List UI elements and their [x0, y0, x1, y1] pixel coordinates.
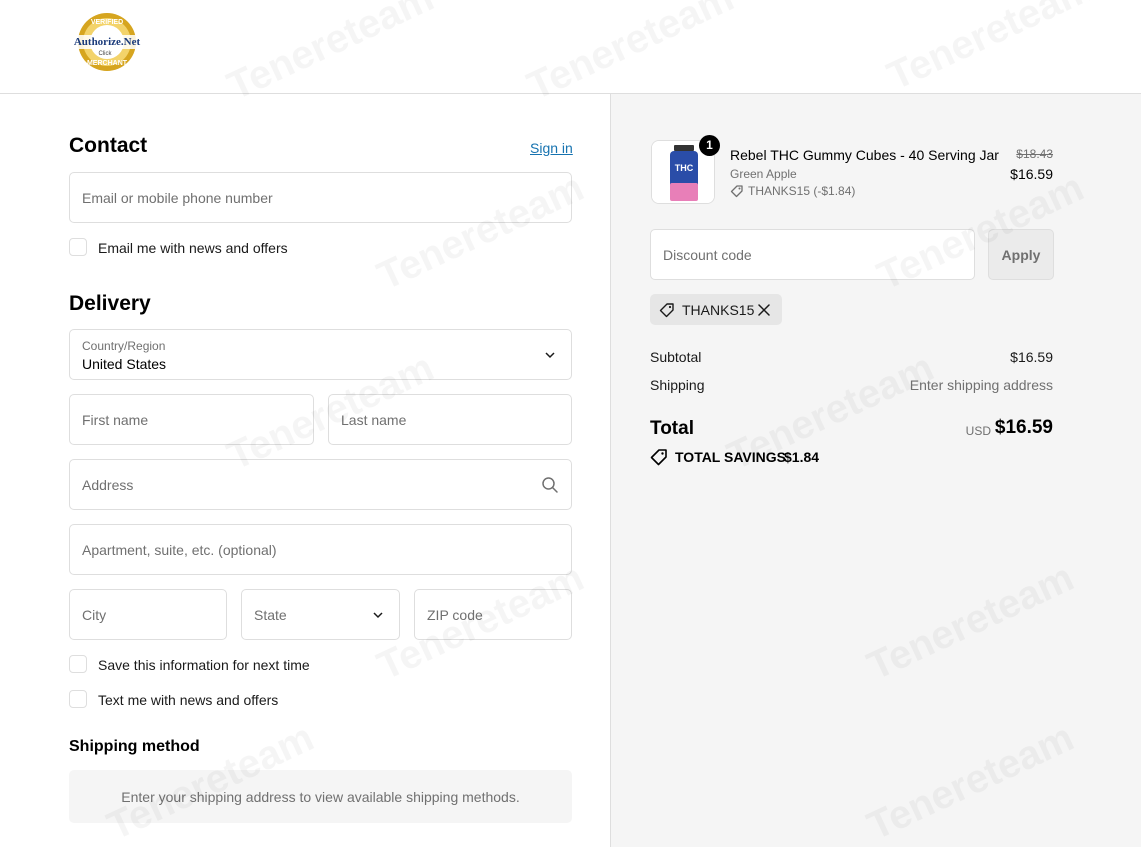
apply-discount-button[interactable]: Apply — [988, 229, 1054, 280]
address-field[interactable]: Address — [69, 459, 572, 510]
applied-discount-code: THANKS15 — [682, 302, 755, 318]
shipping-label: Shipping — [650, 377, 705, 393]
checkout-header: VERIFIED Authorize.Net Click MERCHANT — [0, 0, 1141, 94]
svg-text:MERCHANT: MERCHANT — [87, 60, 128, 67]
delivery-heading: Delivery — [69, 292, 151, 315]
applied-discount-chip: THANKS15 — [650, 294, 782, 325]
total-label: Total — [650, 418, 694, 439]
country-select[interactable]: Country/Region United States — [69, 329, 572, 380]
city-placeholder: City — [82, 607, 107, 623]
tag-icon — [659, 303, 674, 318]
total-currency: USD — [965, 424, 991, 438]
svg-text:THC: THC — [675, 163, 694, 173]
total-value: $16.59 — [994, 417, 1053, 438]
svg-text:Click: Click — [99, 51, 113, 57]
sign-in-link[interactable]: Sign in — [530, 140, 573, 156]
product-name: Rebel THC Gummy Cubes - 40 Serving Jar — [730, 147, 999, 163]
subtotal-label: Subtotal — [650, 349, 702, 365]
chevron-down-icon — [545, 352, 555, 359]
tag-icon — [730, 185, 743, 198]
text-opt-in-checkbox[interactable] — [69, 690, 87, 708]
last-name-field[interactable]: Last name — [328, 394, 572, 445]
product-variant: Green Apple — [730, 167, 797, 181]
remove-discount-icon[interactable] — [757, 303, 771, 317]
product-original-price: $18.43 — [1016, 147, 1053, 161]
savings-tag-icon — [650, 449, 667, 466]
authorize-net-verified-merchant-logo[interactable]: VERIFIED Authorize.Net Click MERCHANT — [70, 12, 144, 72]
city-field[interactable]: City — [69, 589, 227, 640]
product-price: $16.59 — [1010, 166, 1053, 182]
svg-text:Authorize.Net: Authorize.Net — [74, 36, 141, 48]
svg-text:VERIFIED: VERIFIED — [91, 19, 123, 26]
shipping-value: Enter shipping address — [909, 377, 1053, 393]
checkout-form: Contact Sign in Email or mobile phone nu… — [0, 94, 610, 847]
contact-heading: Contact — [69, 134, 148, 157]
email-field[interactable]: Email or mobile phone number — [69, 172, 572, 223]
first-name-field[interactable]: First name — [69, 394, 314, 445]
first-name-placeholder: First name — [82, 412, 149, 428]
text-opt-in-label: Text me with news and offers — [98, 692, 279, 708]
subtotal-value: $16.59 — [1010, 349, 1053, 365]
state-select[interactable]: State — [241, 589, 400, 640]
discount-code-input[interactable]: Discount code — [650, 229, 975, 280]
total-savings-label: TOTAL SAVINGS — [675, 449, 786, 465]
chevron-down-icon — [373, 612, 383, 619]
search-icon[interactable] — [541, 476, 559, 494]
logo-seal-icon: VERIFIED Authorize.Net Click MERCHANT — [70, 13, 144, 71]
save-info-label: Save this information for next time — [98, 657, 310, 673]
last-name-placeholder: Last name — [341, 412, 407, 428]
zip-field[interactable]: ZIP code — [414, 589, 572, 640]
country-value: United States — [82, 356, 167, 372]
product-discount-text: THANKS15 (-$1.84) — [748, 184, 856, 198]
save-info-checkbox[interactable] — [69, 655, 87, 673]
discount-code-placeholder: Discount code — [663, 247, 752, 263]
email-opt-in-checkbox[interactable] — [69, 238, 87, 256]
quantity-badge: 1 — [699, 135, 720, 156]
email-placeholder: Email or mobile phone number — [82, 190, 273, 206]
shipping-method-heading: Shipping method — [69, 738, 200, 755]
zip-placeholder: ZIP code — [427, 607, 483, 623]
email-opt-in-label: Email me with news and offers — [98, 240, 288, 256]
total-savings-value: $1.84 — [784, 449, 820, 465]
apartment-placeholder: Apartment, suite, etc. (optional) — [82, 542, 277, 558]
state-placeholder: State — [254, 607, 287, 623]
address-placeholder: Address — [82, 477, 134, 493]
order-summary: THC 1 Rebel THC Gummy Cubes - 40 Serving… — [610, 94, 1141, 847]
apartment-field[interactable]: Apartment, suite, etc. (optional) — [69, 524, 572, 575]
shipping-method-notice: Enter your shipping address to view avai… — [69, 770, 572, 823]
shipping-method-message: Enter your shipping address to view avai… — [121, 789, 520, 805]
country-label: Country/Region — [82, 339, 166, 353]
